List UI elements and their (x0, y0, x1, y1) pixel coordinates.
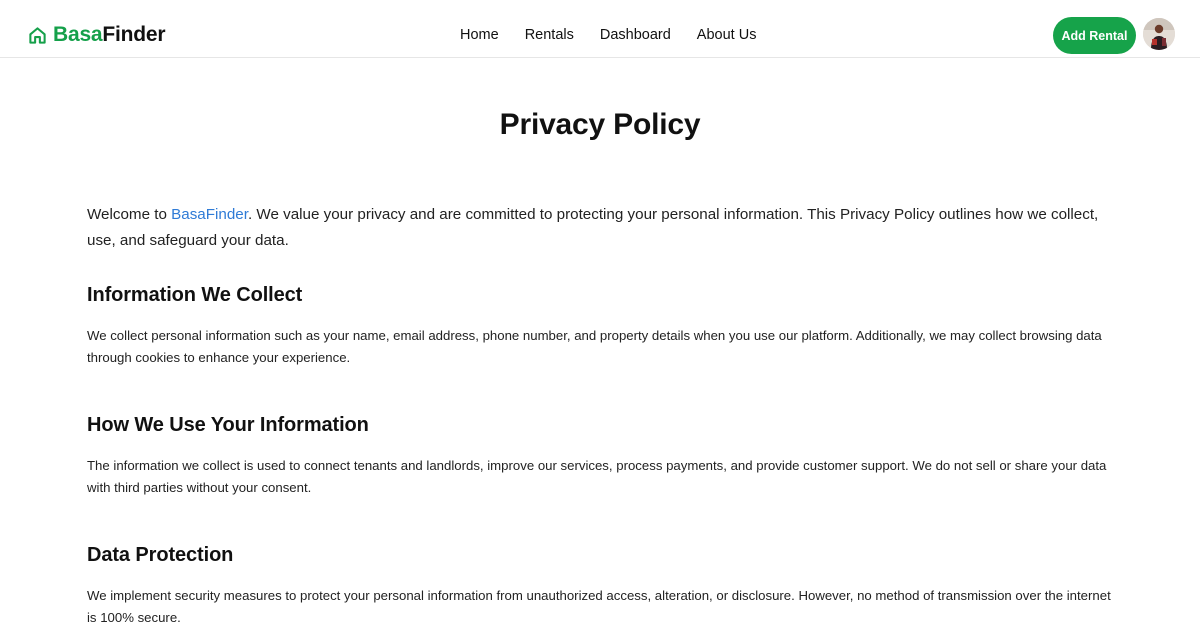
site-header: BasaFinder Home Rentals Dashboard About … (0, 0, 1200, 58)
nav-rentals[interactable]: Rentals (525, 24, 574, 46)
section-body: We implement security measures to protec… (87, 588, 1111, 625)
main-nav: Home Rentals Dashboard About Us (460, 24, 756, 46)
section-body: We collect personal information such as … (87, 328, 1102, 365)
nav-dashboard[interactable]: Dashboard (600, 24, 671, 46)
brand-name-part2: Finder (102, 23, 166, 46)
section-body: The information we collect is used to co… (87, 458, 1107, 495)
intro-prefix: Welcome to (87, 206, 172, 223)
section-how-we-use-your-information: How We Use Your Information The informat… (87, 414, 1117, 499)
nav-home[interactable]: Home (460, 24, 499, 46)
add-rental-button[interactable]: Add Rental (1053, 17, 1136, 54)
brand-name: BasaFinder (53, 23, 166, 47)
section-heading: Information We Collect (87, 284, 303, 306)
section-information-we-collect: Information We Collect We collect person… (87, 284, 1117, 369)
section-data-protection: Data Protection We implement security me… (87, 544, 1117, 629)
intro-paragraph-wrapper: Welcome to BasaFinder. We value your pri… (87, 202, 1113, 254)
section-heading: Data Protection (87, 544, 234, 566)
user-avatar[interactable] (1143, 18, 1175, 50)
brand-logo-link[interactable]: BasaFinder (28, 22, 166, 48)
intro-brand-link[interactable]: BasaFinder (171, 206, 248, 223)
section-heading: How We Use Your Information (87, 414, 369, 436)
page-title: Privacy Policy (499, 108, 701, 141)
brand-name-part1: Basa (53, 23, 103, 46)
house-icon (29, 26, 46, 44)
nav-about-us[interactable]: About Us (697, 24, 757, 46)
avatar-photo-icon (1143, 18, 1175, 50)
intro-paragraph: Welcome to BasaFinder. We value your pri… (87, 202, 1113, 254)
